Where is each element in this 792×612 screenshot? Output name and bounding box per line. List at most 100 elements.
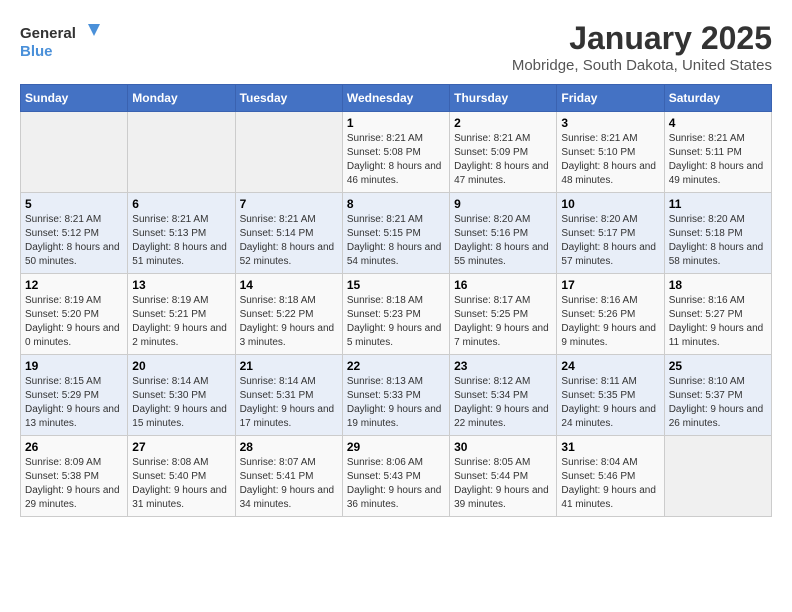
- day-info: Sunrise: 8:16 AMSunset: 5:27 PMDaylight:…: [669, 294, 767, 350]
- day-number: 3: [561, 116, 659, 130]
- day-info: Sunrise: 8:09 AMSunset: 5:38 PMDaylight:…: [25, 456, 123, 512]
- day-number: 12: [25, 278, 123, 292]
- calendar-cell: 18 Sunrise: 8:16 AMSunset: 5:27 PMDayligh…: [664, 274, 771, 355]
- day-info: Sunrise: 8:21 AMSunset: 5:10 PMDaylight:…: [561, 132, 659, 188]
- calendar-week-1: 1 Sunrise: 8:21 AMSunset: 5:08 PMDaylight…: [21, 112, 772, 193]
- day-number: 20: [132, 359, 230, 373]
- calendar-cell: 5 Sunrise: 8:21 AMSunset: 5:12 PMDaylight…: [21, 193, 128, 274]
- day-number: 15: [347, 278, 445, 292]
- calendar-cell: 13 Sunrise: 8:19 AMSunset: 5:21 PMDayligh…: [128, 274, 235, 355]
- day-info: Sunrise: 8:18 AMSunset: 5:23 PMDaylight:…: [347, 294, 445, 350]
- calendar-cell: 31Sunrise: 8:04 AMSunset: 5:46 PMDayligh…: [557, 436, 664, 517]
- day-info: Sunrise: 8:05 AMSunset: 5:44 PMDaylight:…: [454, 456, 552, 512]
- day-number: 2: [454, 116, 552, 130]
- day-info: Sunrise: 8:21 AMSunset: 5:11 PMDaylight:…: [669, 132, 767, 188]
- day-header-monday: Monday: [128, 85, 235, 112]
- day-info: Sunrise: 8:08 AMSunset: 5:40 PMDaylight:…: [132, 456, 230, 512]
- day-number: 25: [669, 359, 767, 373]
- calendar-cell: 4 Sunrise: 8:21 AMSunset: 5:11 PMDaylight…: [664, 112, 771, 193]
- calendar-cell: 12 Sunrise: 8:19 AMSunset: 5:20 PMDayligh…: [21, 274, 128, 355]
- calendar-week-2: 5 Sunrise: 8:21 AMSunset: 5:12 PMDaylight…: [21, 193, 772, 274]
- main-title: January 2025: [512, 20, 772, 57]
- calendar-cell: [21, 112, 128, 193]
- calendar-week-4: 19Sunrise: 8:15 AMSunset: 5:29 PMDayligh…: [21, 355, 772, 436]
- calendar-cell: 8 Sunrise: 8:21 AMSunset: 5:15 PMDaylight…: [342, 193, 449, 274]
- day-info: Sunrise: 8:21 AMSunset: 5:08 PMDaylight:…: [347, 132, 445, 188]
- day-number: 21: [240, 359, 338, 373]
- calendar-cell: [128, 112, 235, 193]
- day-number: 8: [347, 197, 445, 211]
- day-info: Sunrise: 8:21 AMSunset: 5:15 PMDaylight:…: [347, 213, 445, 269]
- day-header-friday: Friday: [557, 85, 664, 112]
- day-info: Sunrise: 8:17 AMSunset: 5:25 PMDaylight:…: [454, 294, 552, 350]
- day-header-sunday: Sunday: [21, 85, 128, 112]
- title-area: January 2025 Mobridge, South Dakota, Uni…: [512, 20, 772, 74]
- calendar-cell: 11 Sunrise: 8:20 AMSunset: 5:18 PMDayligh…: [664, 193, 771, 274]
- calendar-cell: 25Sunrise: 8:10 AMSunset: 5:37 PMDayligh…: [664, 355, 771, 436]
- day-number: 9: [454, 197, 552, 211]
- calendar-cell: 22 Sunrise: 8:13 AMSunset: 5:33 PMDayligh…: [342, 355, 449, 436]
- day-number: 16: [454, 278, 552, 292]
- day-info: Sunrise: 8:21 AMSunset: 5:09 PMDaylight:…: [454, 132, 552, 188]
- day-info: Sunrise: 8:11 AMSunset: 5:35 PMDaylight:…: [561, 375, 659, 431]
- calendar-cell: [664, 436, 771, 517]
- day-info: Sunrise: 8:14 AMSunset: 5:31 PMDaylight:…: [240, 375, 338, 431]
- calendar-cell: 9Sunrise: 8:20 AMSunset: 5:16 PMDaylight…: [450, 193, 557, 274]
- calendar-week-5: 26 Sunrise: 8:09 AMSunset: 5:38 PMDayligh…: [21, 436, 772, 517]
- calendar-cell: 14Sunrise: 8:18 AMSunset: 5:22 PMDayligh…: [235, 274, 342, 355]
- day-header-saturday: Saturday: [664, 85, 771, 112]
- calendar-cell: 3 Sunrise: 8:21 AMSunset: 5:10 PMDaylight…: [557, 112, 664, 193]
- day-info: Sunrise: 8:19 AMSunset: 5:20 PMDaylight:…: [25, 294, 123, 350]
- calendar-cell: 27 Sunrise: 8:08 AMSunset: 5:40 PMDayligh…: [128, 436, 235, 517]
- calendar-cell: 1 Sunrise: 8:21 AMSunset: 5:08 PMDaylight…: [342, 112, 449, 193]
- day-info: Sunrise: 8:06 AMSunset: 5:43 PMDaylight:…: [347, 456, 445, 512]
- day-header-wednesday: Wednesday: [342, 85, 449, 112]
- calendar-cell: 7 Sunrise: 8:21 AMSunset: 5:14 PMDaylight…: [235, 193, 342, 274]
- day-info: Sunrise: 8:14 AMSunset: 5:30 PMDaylight:…: [132, 375, 230, 431]
- day-number: 30: [454, 440, 552, 454]
- day-info: Sunrise: 8:21 AMSunset: 5:13 PMDaylight:…: [132, 213, 230, 269]
- calendar-cell: 26 Sunrise: 8:09 AMSunset: 5:38 PMDayligh…: [21, 436, 128, 517]
- calendar-cell: 6Sunrise: 8:21 AMSunset: 5:13 PMDaylight…: [128, 193, 235, 274]
- day-number: 18: [669, 278, 767, 292]
- day-number: 4: [669, 116, 767, 130]
- day-number: 31: [561, 440, 659, 454]
- day-number: 26: [25, 440, 123, 454]
- day-info: Sunrise: 8:21 AMSunset: 5:12 PMDaylight:…: [25, 213, 123, 269]
- subtitle: Mobridge, South Dakota, United States: [512, 57, 772, 74]
- day-number: 7: [240, 197, 338, 211]
- day-info: Sunrise: 8:20 AMSunset: 5:17 PMDaylight:…: [561, 213, 659, 269]
- day-info: Sunrise: 8:13 AMSunset: 5:33 PMDaylight:…: [347, 375, 445, 431]
- calendar-cell: 17 Sunrise: 8:16 AMSunset: 5:26 PMDayligh…: [557, 274, 664, 355]
- day-info: Sunrise: 8:20 AMSunset: 5:18 PMDaylight:…: [669, 213, 767, 269]
- calendar-week-3: 12 Sunrise: 8:19 AMSunset: 5:20 PMDayligh…: [21, 274, 772, 355]
- calendar-table: SundayMondayTuesdayWednesdayThursdayFrid…: [20, 84, 772, 517]
- day-header-thursday: Thursday: [450, 85, 557, 112]
- day-number: 14: [240, 278, 338, 292]
- day-number: 1: [347, 116, 445, 130]
- calendar-cell: 28Sunrise: 8:07 AMSunset: 5:41 PMDayligh…: [235, 436, 342, 517]
- day-info: Sunrise: 8:15 AMSunset: 5:29 PMDaylight:…: [25, 375, 123, 431]
- header: General Blue January 2025 Mobridge, Sout…: [20, 20, 772, 74]
- day-number: 28: [240, 440, 338, 454]
- day-info: Sunrise: 8:16 AMSunset: 5:26 PMDaylight:…: [561, 294, 659, 350]
- day-info: Sunrise: 8:19 AMSunset: 5:21 PMDaylight:…: [132, 294, 230, 350]
- day-number: 27: [132, 440, 230, 454]
- calendar-cell: 21 Sunrise: 8:14 AMSunset: 5:31 PMDayligh…: [235, 355, 342, 436]
- calendar-cell: 20 Sunrise: 8:14 AMSunset: 5:30 PMDayligh…: [128, 355, 235, 436]
- day-number: 22: [347, 359, 445, 373]
- day-info: Sunrise: 8:21 AMSunset: 5:14 PMDaylight:…: [240, 213, 338, 269]
- calendar-cell: [235, 112, 342, 193]
- calendar-cell: 15 Sunrise: 8:18 AMSunset: 5:23 PMDayligh…: [342, 274, 449, 355]
- day-number: 13: [132, 278, 230, 292]
- day-number: 11: [669, 197, 767, 211]
- day-number: 23: [454, 359, 552, 373]
- day-number: 5: [25, 197, 123, 211]
- header-row: SundayMondayTuesdayWednesdayThursdayFrid…: [21, 85, 772, 112]
- calendar-cell: 24Sunrise: 8:11 AMSunset: 5:35 PMDayligh…: [557, 355, 664, 436]
- day-number: 17: [561, 278, 659, 292]
- logo: General Blue: [20, 20, 100, 64]
- calendar-cell: 19Sunrise: 8:15 AMSunset: 5:29 PMDayligh…: [21, 355, 128, 436]
- day-info: Sunrise: 8:12 AMSunset: 5:34 PMDaylight:…: [454, 375, 552, 431]
- logo-svg: General Blue: [20, 20, 100, 64]
